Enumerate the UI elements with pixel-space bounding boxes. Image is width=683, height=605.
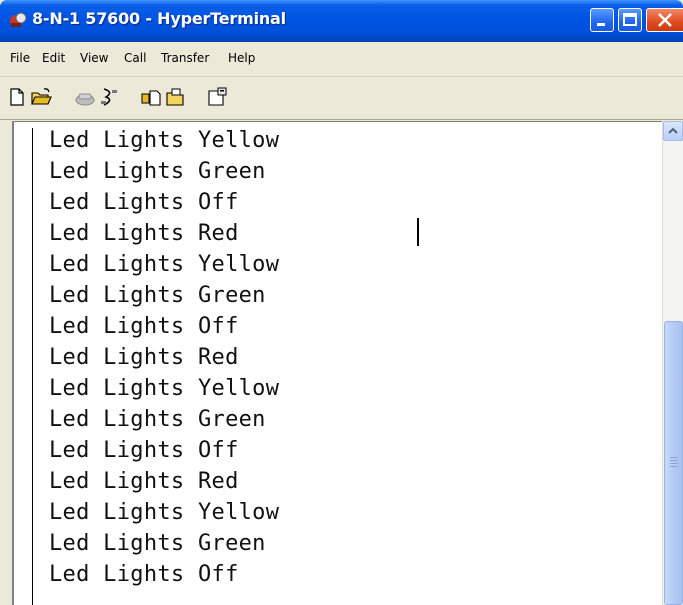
menu-view[interactable]: View [80, 51, 108, 65]
minimize-button[interactable] [590, 8, 614, 32]
hyperterminal-app-icon [10, 12, 27, 27]
scrollbar-grip-line [670, 466, 678, 467]
scrollbar-thumb[interactable] [664, 321, 683, 605]
call-icon[interactable] [74, 86, 96, 108]
menu-transfer[interactable]: Transfer [161, 51, 209, 65]
terminal-line: Led Lights Off [49, 314, 239, 339]
disconnect-icon[interactable] [98, 86, 120, 108]
menu-help[interactable]: Help [228, 51, 255, 65]
open-icon[interactable] [30, 86, 52, 108]
terminal-line: Led Lights Yellow [49, 500, 280, 525]
window-title: 8-N-1 57600 - HyperTerminal [32, 9, 286, 28]
scrollbar-grip-line [670, 460, 678, 461]
maximize-icon [623, 13, 637, 26]
text-cursor [417, 218, 419, 246]
toolbar [0, 77, 683, 120]
vertical-scrollbar[interactable] [662, 121, 683, 605]
menu-call[interactable]: Call [124, 51, 146, 65]
properties-icon[interactable] [206, 86, 228, 108]
terminal-line: Led Lights Yellow [49, 252, 280, 277]
close-button[interactable] [646, 8, 683, 32]
terminal-line: Led Lights Off [49, 562, 239, 587]
scrollbar-grip-line [670, 457, 678, 458]
scroll-up-button[interactable] [663, 121, 683, 141]
terminal-line: Led Lights Yellow [49, 128, 280, 153]
terminal-line: Led Lights Off [49, 438, 239, 463]
menu-file[interactable]: File [10, 51, 30, 65]
terminal-line: Led Lights Green [49, 531, 266, 556]
terminal-text: Led Lights Yellow Led Lights Green Led L… [32, 128, 652, 605]
receive-file-icon[interactable] [164, 86, 186, 108]
new-connection-icon[interactable] [6, 86, 28, 108]
terminal-line: Led Lights Green [49, 407, 266, 432]
chevron-up-icon [668, 127, 678, 134]
terminal-output-area[interactable]: Led Lights Yellow Led Lights Green Led L… [12, 121, 662, 605]
terminal-line: Led Lights Yellow [49, 376, 280, 401]
close-icon [658, 13, 672, 27]
send-file-icon[interactable] [140, 86, 162, 108]
terminal-line: Led Lights Red [49, 345, 239, 370]
title-bar[interactable]: 8-N-1 57600 - HyperTerminal [0, 0, 683, 42]
minimize-icon [597, 23, 605, 26]
scrollbar-grip-line [670, 463, 678, 464]
terminal-line: Led Lights Red [49, 469, 239, 494]
menu-edit[interactable]: Edit [42, 51, 65, 65]
terminal-line: Led Lights Green [49, 159, 266, 184]
menu-bar: File Edit View Call Transfer Help [0, 42, 683, 77]
terminal-line: Led Lights Red [49, 221, 239, 246]
hyperterminal-window: 8-N-1 57600 - HyperTerminal File Edit Vi… [0, 0, 683, 605]
terminal-line: Led Lights Off [49, 190, 239, 215]
maximize-button[interactable] [618, 8, 642, 32]
terminal-line: Led Lights Green [49, 283, 266, 308]
